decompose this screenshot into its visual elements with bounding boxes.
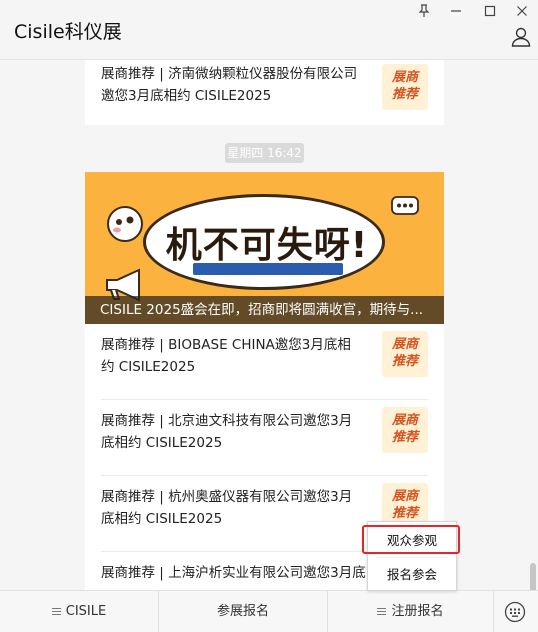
- user-icon[interactable]: [510, 26, 532, 48]
- close-icon[interactable]: [511, 2, 533, 20]
- banner-caption: CISILE 2025盛会在即，招商即将圆满收官，期待与...: [85, 296, 444, 324]
- title-bar: Cisile科仪展: [0, 0, 538, 60]
- menu-tab-register[interactable]: 注册报名: [328, 591, 493, 632]
- article-card-previous: 展商推荐 | 济南微纳颗粒仪器股份有限公司邀您3月底相约 CISILE2025 …: [85, 60, 444, 125]
- article-item-title: 展商推荐 | 北京迪文科技有限公司邀您3月底相约 CISILE2025: [101, 413, 353, 451]
- message-timestamp: 星期四 16:42: [225, 143, 304, 163]
- menu-lines-icon: [377, 608, 387, 615]
- article-thumbnail: 展商 推荐: [382, 331, 428, 377]
- highlight-box: [362, 525, 460, 554]
- article-item-title: 展商推荐 | 上海沪析实业有限公司邀您3月底: [101, 565, 366, 581]
- article-item-title: 展商推荐 | 济南微纳颗粒仪器股份有限公司邀您3月底相约 CISILE2025: [101, 66, 358, 104]
- bottom-menu-bar: CISILE 参展报名 注册报名: [0, 590, 538, 632]
- app-title: Cisile科仪展: [14, 21, 122, 43]
- banner-subtitle-strip: [193, 263, 343, 275]
- article-item-title: 展商推荐 | BIOBASE CHINA邀您3月底相约 CISILE2025: [101, 337, 351, 375]
- article-item[interactable]: 展商推荐 | 济南微纳颗粒仪器股份有限公司邀您3月底相约 CISILE2025 …: [85, 60, 444, 125]
- minimize-icon[interactable]: [445, 2, 467, 20]
- cartoon-face-icon: [107, 206, 143, 242]
- article-item-title: 展商推荐 | 杭州奥盛仪器有限公司邀您3月底相约 CISILE2025: [101, 489, 353, 527]
- keyboard-icon[interactable]: [504, 601, 526, 623]
- article-thumbnail: 展商 推荐: [382, 64, 428, 110]
- article-item[interactable]: 展商推荐 | 北京迪文科技有限公司邀您3月底相约 CISILE2025 展商 推…: [85, 400, 444, 476]
- chat-bubble-icon: [391, 196, 419, 215]
- pin-icon[interactable]: [413, 2, 435, 20]
- maximize-icon[interactable]: [479, 2, 501, 20]
- menu-tab-exhibit-signup[interactable]: 参展报名: [159, 591, 327, 632]
- divider: [493, 591, 494, 632]
- menu-tab-cisile[interactable]: CISILE: [0, 591, 158, 632]
- menu-item-attend-signup[interactable]: 报名参会: [368, 558, 456, 592]
- article-banner[interactable]: 机不可失呀! CISILE 2025盛会在即，招商即将圆满收官，期待与...: [85, 172, 444, 324]
- banner-headline: 机不可失呀!: [165, 225, 369, 266]
- message-feed[interactable]: 展商推荐 | 济南微纳颗粒仪器股份有限公司邀您3月底相约 CISILE2025 …: [0, 60, 538, 590]
- article-item[interactable]: 展商推荐 | BIOBASE CHINA邀您3月底相约 CISILE2025 展…: [85, 324, 444, 400]
- menu-lines-icon: [51, 608, 61, 615]
- scrollbar-thumb[interactable]: [530, 563, 536, 590]
- article-thumbnail: 展商 推荐: [382, 407, 428, 453]
